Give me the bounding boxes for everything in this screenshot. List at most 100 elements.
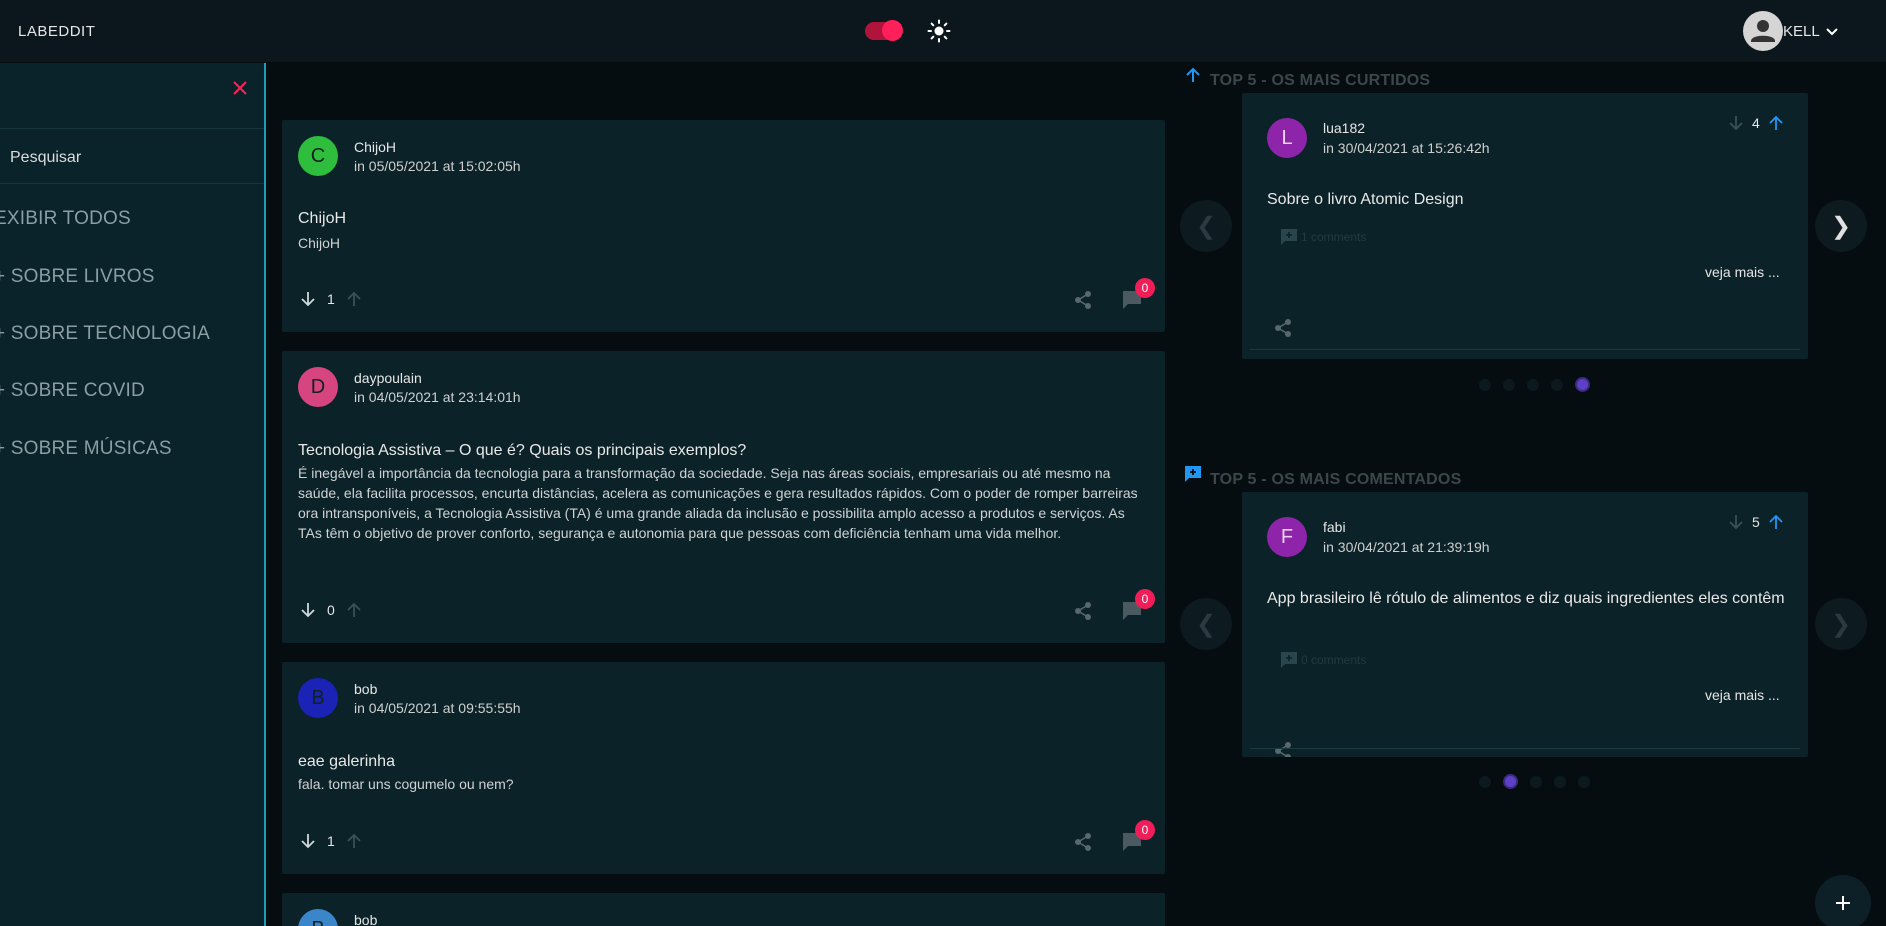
comment-count-badge: 0 (1135, 820, 1155, 840)
arrow-down-icon[interactable] (298, 289, 318, 309)
card-title[interactable]: Sobre o livro Atomic Design (1267, 188, 1787, 212)
post-votes: 0 (298, 600, 364, 620)
carousel-dot-active[interactable] (1503, 774, 1518, 789)
arrow-up-icon[interactable] (344, 289, 364, 309)
post-author: bob (354, 681, 378, 697)
arrow-up-icon[interactable] (1766, 113, 1786, 133)
vote-count: 4 (1752, 115, 1760, 131)
post-body: fala. tomar uns cogumelo ou nem? (298, 776, 514, 792)
sidebar-item-sobre-covid[interactable]: + SOBRE COVID (0, 380, 145, 402)
vote-count: 1 (327, 291, 335, 307)
author-avatar: B (298, 678, 338, 718)
post-votes: 1 (298, 831, 364, 851)
share-icon[interactable] (1072, 831, 1094, 853)
carousel-next-button[interactable]: ❯ (1815, 598, 1867, 650)
author-avatar: D (298, 367, 338, 407)
post-author: ChijoH (354, 139, 397, 155)
arrow-up-icon[interactable] (1766, 512, 1786, 532)
arrow-up-icon[interactable] (344, 600, 364, 620)
vote-count: 5 (1752, 514, 1760, 530)
post-title[interactable]: Tecnologia Assistiva – O que é? Quais os… (298, 442, 746, 460)
comment-count-badge: 0 (1135, 589, 1155, 609)
post-author: daypoulain (354, 370, 422, 386)
card-author: lua182 (1323, 120, 1366, 136)
sidebar-search[interactable]: Pesquisar (0, 129, 264, 184)
share-icon[interactable] (1072, 289, 1094, 311)
card-comments: 0 comments (1279, 650, 1366, 670)
card-votes: 4 (1726, 113, 1786, 133)
carousel-dot[interactable] (1479, 378, 1491, 391)
add-post-button[interactable] (1815, 875, 1871, 926)
card-date: in 30/04/2021 at 21:39:19h (1323, 539, 1490, 555)
arrow-down-icon[interactable] (1726, 512, 1746, 532)
sidebar-item-sobre-livros[interactable]: + SOBRE LIVROS (0, 266, 155, 288)
post-author: bob (354, 912, 378, 926)
app-logo[interactable]: LABEDDIT (18, 23, 95, 40)
user-avatar[interactable] (1743, 11, 1783, 51)
carousel-indicators (1473, 774, 1596, 789)
card-divider (1250, 748, 1800, 749)
add-comment-icon (1185, 466, 1201, 482)
sun-icon[interactable] (927, 19, 951, 43)
share-icon[interactable] (1272, 317, 1294, 339)
carousel-dot[interactable] (1527, 378, 1539, 391)
arrow-up-icon (1186, 67, 1200, 82)
author-avatar: C (298, 136, 338, 176)
carousel-dot[interactable] (1530, 775, 1542, 788)
carousel-dot[interactable] (1479, 775, 1491, 788)
carousel-indicators (1473, 377, 1596, 392)
person-icon (1751, 20, 1775, 42)
post-title[interactable]: ChijoH (298, 210, 346, 228)
card-title[interactable]: App brasileiro lê rótulo de alimentos e … (1267, 587, 1787, 611)
post-date: in 04/05/2021 at 09:55:55h (354, 700, 521, 716)
sidebar-item-sobre-tecnologia[interactable]: + SOBRE TECNOLOGIA (0, 323, 210, 345)
sidebar-item-exibir-todos[interactable]: EXIBIR TODOS (0, 208, 131, 230)
sidebar-header (0, 63, 264, 129)
arrow-down-icon[interactable] (298, 600, 318, 620)
arrow-down-icon[interactable] (1726, 113, 1746, 133)
top-commented-title: TOP 5 - OS MAIS COMENTADOS (1210, 471, 1462, 488)
carousel-dot[interactable] (1551, 378, 1563, 391)
toggle-knob[interactable] (882, 20, 903, 41)
arrow-up-icon[interactable] (344, 831, 364, 851)
see-more-link[interactable]: veja mais ... (1705, 264, 1780, 280)
post-card: B bob in 04/05/2021 at 09:55:55h eae gal… (282, 662, 1165, 874)
post-card: B bob (282, 893, 1165, 926)
card-date: in 30/04/2021 at 15:26:42h (1323, 140, 1490, 156)
theme-toggle[interactable] (865, 20, 903, 41)
vote-count: 0 (327, 602, 335, 618)
close-icon[interactable] (230, 78, 250, 98)
carousel-prev-button[interactable]: ❮ (1180, 200, 1232, 252)
carousel-prev-button[interactable]: ❮ (1180, 598, 1232, 650)
author-avatar: B (298, 909, 338, 926)
carousel-dot[interactable] (1578, 775, 1590, 788)
user-menu[interactable]: KELL (1743, 11, 1840, 51)
arrow-down-icon[interactable] (298, 831, 318, 851)
carousel-dot[interactable] (1503, 378, 1515, 391)
card-comments: 1 comments (1279, 227, 1366, 247)
post-body: ChijoH (298, 235, 341, 251)
add-comment-icon (1281, 229, 1297, 245)
post-card: D daypoulain in 04/05/2021 at 23:14:01h … (282, 351, 1165, 643)
card-author: fabi (1323, 519, 1346, 535)
top-liked-title: TOP 5 - OS MAIS CURTIDOS (1210, 72, 1431, 89)
carousel-next-button[interactable]: ❯ (1815, 200, 1867, 252)
see-more-link[interactable]: veja mais ... (1705, 687, 1780, 703)
user-name[interactable]: KELL (1783, 23, 1820, 40)
chevron-down-icon[interactable] (1824, 23, 1840, 39)
post-card: C ChijoH in 05/05/2021 at 15:02:05h Chij… (282, 120, 1165, 332)
share-icon[interactable] (1072, 600, 1094, 622)
carousel-dot[interactable] (1554, 775, 1566, 788)
add-comment-icon (1281, 652, 1297, 668)
comment-count-badge: 0 (1135, 278, 1155, 298)
plus-icon (1836, 896, 1850, 910)
comments-count-text: 1 comments (1301, 230, 1367, 244)
post-date: in 05/05/2021 at 15:02:05h (354, 158, 521, 174)
author-avatar: L (1267, 118, 1307, 158)
post-body: É inegável a importância da tecnologia p… (298, 465, 1138, 541)
post-title[interactable]: eae galerinha (298, 753, 395, 771)
top-commented-card: F fabi in 30/04/2021 at 21:39:19h 5 App … (1242, 492, 1808, 757)
card-divider (1250, 349, 1800, 350)
sidebar-item-sobre-musicas[interactable]: + SOBRE MÚSICAS (0, 438, 172, 460)
carousel-dot-active[interactable] (1575, 377, 1590, 392)
